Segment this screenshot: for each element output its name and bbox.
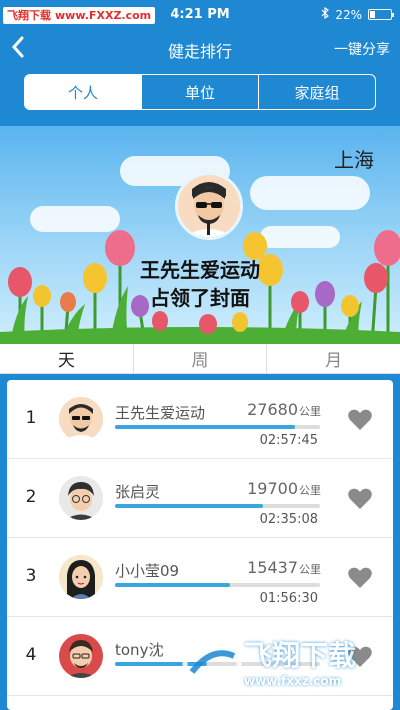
progress-bar bbox=[115, 425, 320, 429]
tab-month[interactable]: 月 bbox=[267, 344, 400, 373]
watermark-emblem-icon bbox=[182, 634, 242, 694]
period-tabs: 天 周 月 bbox=[0, 344, 400, 374]
tab-family[interactable]: 家庭组 bbox=[259, 75, 375, 109]
progress-fill bbox=[115, 504, 263, 508]
duration-value: 02:57:45 bbox=[259, 433, 318, 448]
city-label: 上海 bbox=[334, 148, 374, 172]
cover-banner: 上海 王先生爱运动 占领了封面 bbox=[0, 126, 400, 344]
progress-fill bbox=[115, 583, 230, 587]
user-name: 张启灵 bbox=[115, 483, 161, 501]
tab-week[interactable]: 周 bbox=[134, 344, 268, 373]
user-name: 王先生爱运动 bbox=[115, 404, 206, 422]
distance-unit: 公里 bbox=[299, 484, 321, 497]
rank-number: 2 bbox=[25, 487, 37, 507]
watermark-logo-url: www.fxxz.com bbox=[244, 674, 342, 688]
bluetooth-icon bbox=[321, 6, 330, 22]
distance-value: 27680公里 bbox=[247, 400, 321, 419]
distance-unit: 公里 bbox=[299, 563, 321, 576]
battery-icon bbox=[368, 9, 394, 20]
avatar[interactable] bbox=[59, 476, 103, 520]
rank-number: 4 bbox=[25, 645, 37, 665]
segment-tabs: 个人 单位 家庭组 bbox=[24, 74, 376, 110]
distance-number: 15437 bbox=[247, 558, 298, 577]
cover-avatar[interactable] bbox=[175, 172, 243, 240]
avatar[interactable] bbox=[59, 634, 103, 678]
watermark-logo: 飞翔下载 www.fxxz.com bbox=[182, 630, 392, 700]
cover-caption-text: 占领了封面 bbox=[150, 286, 250, 310]
avatar[interactable] bbox=[59, 397, 103, 441]
heart-icon[interactable] bbox=[347, 566, 373, 590]
progress-fill bbox=[115, 425, 296, 429]
cover-caption: 王先生爱运动 占领了封面 bbox=[0, 256, 400, 312]
ranking-row[interactable]: 2 张启灵 19700公里 02:35:08 bbox=[7, 459, 393, 538]
heart-icon[interactable] bbox=[347, 487, 373, 511]
distance-number: 27680 bbox=[247, 400, 298, 419]
battery-percent: 22% bbox=[335, 7, 362, 22]
duration-value: 01:56:30 bbox=[259, 591, 318, 606]
status-right: 22% bbox=[321, 6, 394, 22]
rank-number: 3 bbox=[25, 566, 37, 586]
nav-bar: 健走排行 一键分享 bbox=[0, 30, 400, 68]
share-button[interactable]: 一键分享 bbox=[334, 39, 390, 59]
cover-caption-name: 王先生爱运动 bbox=[140, 258, 260, 282]
progress-bar bbox=[115, 504, 320, 508]
distance-number: 19700 bbox=[247, 479, 298, 498]
duration-value: 02:35:08 bbox=[259, 512, 318, 527]
user-name: tony沈 bbox=[115, 641, 164, 659]
distance-value: 15437公里 bbox=[247, 558, 321, 577]
status-bar: 飞翔下载 www.FXXZ.com 4:21 PM 22% bbox=[0, 0, 400, 30]
tab-unit[interactable]: 单位 bbox=[142, 75, 259, 109]
progress-bar bbox=[115, 583, 320, 587]
ranking-row[interactable]: 3 小小莹09 15437公里 01:56:30 bbox=[7, 538, 393, 617]
distance-unit: 公里 bbox=[299, 405, 321, 418]
avatar[interactable] bbox=[59, 555, 103, 599]
distance-value: 19700公里 bbox=[247, 479, 321, 498]
tab-day[interactable]: 天 bbox=[0, 344, 134, 373]
watermark-logo-text: 飞翔下载 bbox=[244, 639, 357, 672]
ranking-row[interactable]: 1 王先生爱运动 27680公里 02:57:45 bbox=[7, 380, 393, 459]
tab-personal[interactable]: 个人 bbox=[25, 75, 142, 109]
heart-icon[interactable] bbox=[347, 408, 373, 432]
rank-number: 1 bbox=[25, 408, 37, 428]
user-name: 小小莹09 bbox=[115, 562, 180, 580]
